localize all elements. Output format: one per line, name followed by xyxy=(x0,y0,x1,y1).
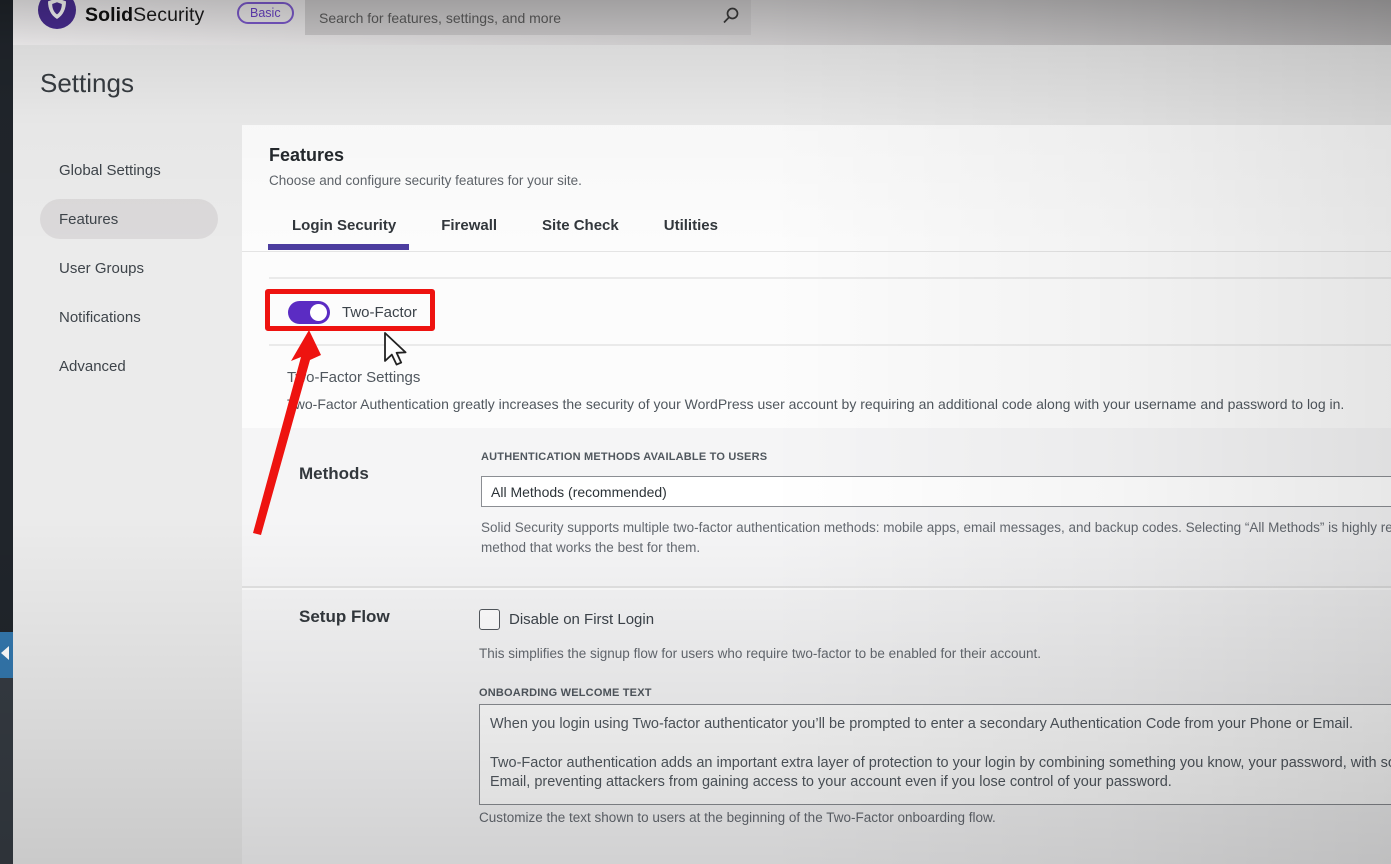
methods-help-line-1: Solid Security supports multiple two-fac… xyxy=(481,520,1391,535)
wp-admin-sidebar-strip-lower xyxy=(0,678,13,864)
select-value: All Methods (recommended) xyxy=(491,484,667,500)
setup-flow-section-label: Setup Flow xyxy=(299,607,390,627)
authentication-methods-field-label: AUTHENTICATION METHODS AVAILABLE TO USER… xyxy=(481,451,767,463)
textarea-line: Email, preventing attackers from gaining… xyxy=(490,773,1391,792)
sidebar-item-notifications[interactable]: Notifications xyxy=(40,297,218,337)
sidebar-item-global-settings[interactable]: Global Settings xyxy=(40,150,218,190)
methods-help-line-2: method that works the best for them. xyxy=(481,540,1391,555)
onboarding-welcome-textarea[interactable]: When you login using Two-factor authenti… xyxy=(479,704,1391,805)
tabs-divider xyxy=(242,251,1391,252)
search-bar[interactable] xyxy=(305,0,751,35)
active-tab-underline xyxy=(268,244,409,250)
textarea-line: Two-Factor authentication adds an import… xyxy=(490,754,1391,773)
sidebar-item-label: Global Settings xyxy=(59,162,161,179)
chevron-left-icon xyxy=(0,645,11,666)
disable-on-first-login-label: Disable on First Login xyxy=(509,611,654,628)
row-divider xyxy=(269,277,1391,279)
shield-icon xyxy=(48,0,66,29)
sidebar-item-features[interactable]: Features xyxy=(40,199,218,239)
methods-section-label: Methods xyxy=(299,464,369,484)
onboarding-welcome-text-label: ONBOARDING WELCOME TEXT xyxy=(479,687,652,699)
onboarding-welcome-help: Customize the text shown to users at the… xyxy=(479,810,1391,825)
tab-login-security[interactable]: Login Security xyxy=(292,217,396,234)
solid-security-logo xyxy=(38,0,76,29)
textarea-paragraph-gap xyxy=(490,734,1391,754)
search-icon xyxy=(722,7,739,29)
sidebar-item-label: Features xyxy=(59,211,118,228)
sidebar-item-advanced[interactable]: Advanced xyxy=(40,346,218,386)
brand-name-light: Security xyxy=(133,4,204,26)
tab-firewall[interactable]: Firewall xyxy=(441,217,497,234)
disable-on-first-login-checkbox[interactable] xyxy=(479,609,500,630)
highlight-box-annotation xyxy=(265,289,435,331)
search-input[interactable] xyxy=(317,9,722,27)
methods-section: Methods AUTHENTICATION METHODS AVAILABLE… xyxy=(242,428,1391,588)
tab-utilities[interactable]: Utilities xyxy=(664,217,718,234)
row-divider xyxy=(269,344,1391,346)
tab-site-check[interactable]: Site Check xyxy=(542,217,619,234)
two-factor-settings-heading: Two-Factor Settings xyxy=(287,369,420,386)
setup-flow-section: Setup Flow Disable on First Login This s… xyxy=(242,590,1391,864)
sidebar-item-label: User Groups xyxy=(59,260,144,277)
authentication-methods-select[interactable]: All Methods (recommended) xyxy=(481,476,1391,507)
textarea-line: When you login using Two-factor authenti… xyxy=(490,715,1391,734)
brand-name: SolidSecurity xyxy=(85,4,204,27)
sidebar-item-label: Notifications xyxy=(59,309,141,326)
plan-badge: Basic xyxy=(237,2,294,24)
collapse-menu-button[interactable] xyxy=(0,632,13,678)
setup-flow-help: This simplifies the signup flow for user… xyxy=(479,646,1391,661)
sidebar-item-user-groups[interactable]: User Groups xyxy=(40,248,218,288)
two-factor-settings-description: Two-Factor Authentication greatly increa… xyxy=(287,396,1387,412)
feature-tabs: Login Security Firewall Site Check Utili… xyxy=(292,217,718,234)
app-header: SolidSecurity Basic xyxy=(13,0,1391,45)
sidebar-item-label: Advanced xyxy=(59,358,126,375)
page-title: Settings xyxy=(40,68,134,99)
panel-subtitle: Choose and configure security features f… xyxy=(269,173,582,188)
features-panel: Features Choose and configure security f… xyxy=(242,125,1391,864)
panel-title: Features xyxy=(269,145,344,166)
brand-name-bold: Solid xyxy=(85,4,133,26)
solid-security-settings-screen: SolidSecurity Basic Settings Global Sett… xyxy=(0,0,1391,864)
